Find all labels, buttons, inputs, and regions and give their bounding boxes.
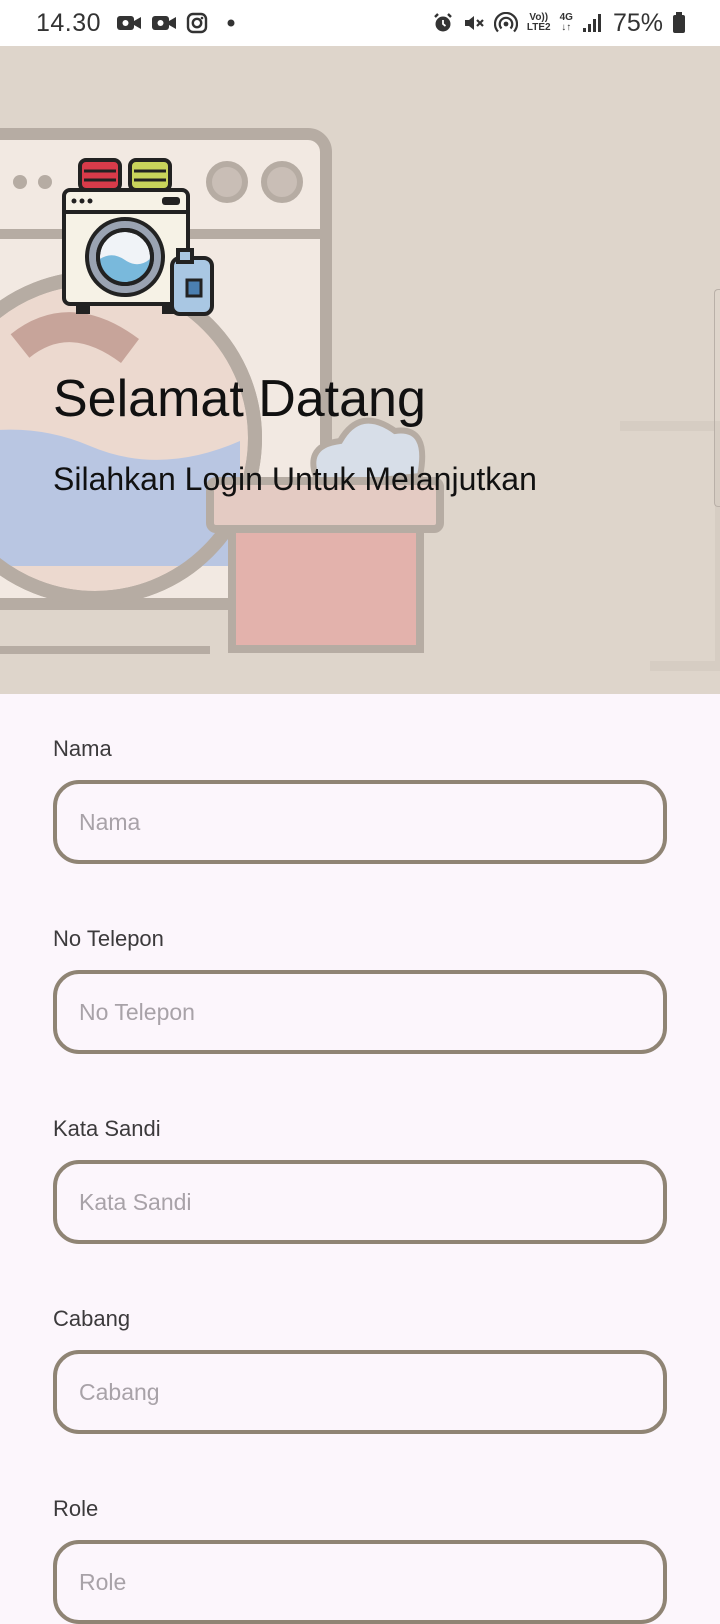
volte-icon: Vo)) LTE2 bbox=[526, 12, 551, 33]
branch-field[interactable] bbox=[53, 1350, 667, 1434]
status-bar: 14.30 Vo)) LTE2 4G ↓↑ 75% bbox=[0, 0, 720, 46]
branch-input[interactable] bbox=[79, 1378, 663, 1406]
name-input[interactable] bbox=[79, 808, 663, 836]
network-4g-icon: 4G ↓↑ bbox=[559, 12, 573, 33]
edge-panel-handle[interactable] bbox=[714, 289, 720, 507]
video-icon bbox=[151, 14, 177, 32]
status-time: 14.30 bbox=[36, 8, 102, 37]
status-bar-right: Vo)) LTE2 4G ↓↑ 75% bbox=[432, 9, 686, 38]
signal-icon bbox=[582, 13, 604, 33]
battery-percent: 75% bbox=[612, 8, 663, 37]
alarm-icon bbox=[432, 12, 454, 34]
mute-icon bbox=[463, 12, 485, 34]
page-subtitle: Silahkan Login Untuk Melanjutkan bbox=[53, 461, 537, 497]
role-input[interactable] bbox=[79, 1568, 663, 1596]
phone-input[interactable] bbox=[79, 998, 663, 1026]
battery-icon bbox=[672, 12, 686, 34]
phone-field[interactable] bbox=[53, 970, 667, 1054]
hotspot-icon bbox=[493, 12, 518, 34]
video-icon bbox=[116, 14, 142, 32]
instagram-icon bbox=[186, 12, 208, 34]
name-label: Nama bbox=[53, 736, 112, 761]
password-field[interactable] bbox=[53, 1160, 667, 1244]
page-title: Selamat Datang bbox=[53, 370, 426, 428]
status-bar-left: 14.30 bbox=[36, 9, 235, 38]
washing-machine-icon bbox=[62, 158, 214, 316]
role-label: Role bbox=[53, 1496, 99, 1521]
password-input[interactable] bbox=[79, 1188, 663, 1216]
name-field[interactable] bbox=[53, 780, 667, 864]
dot-icon bbox=[227, 19, 235, 27]
phone-label: No Telepon bbox=[53, 926, 164, 951]
role-field[interactable] bbox=[53, 1540, 667, 1624]
hero-banner: Selamat Datang Silahkan Login Untuk Mela… bbox=[0, 46, 720, 694]
password-label: Kata Sandi bbox=[53, 1116, 161, 1141]
branch-label: Cabang bbox=[53, 1306, 131, 1331]
